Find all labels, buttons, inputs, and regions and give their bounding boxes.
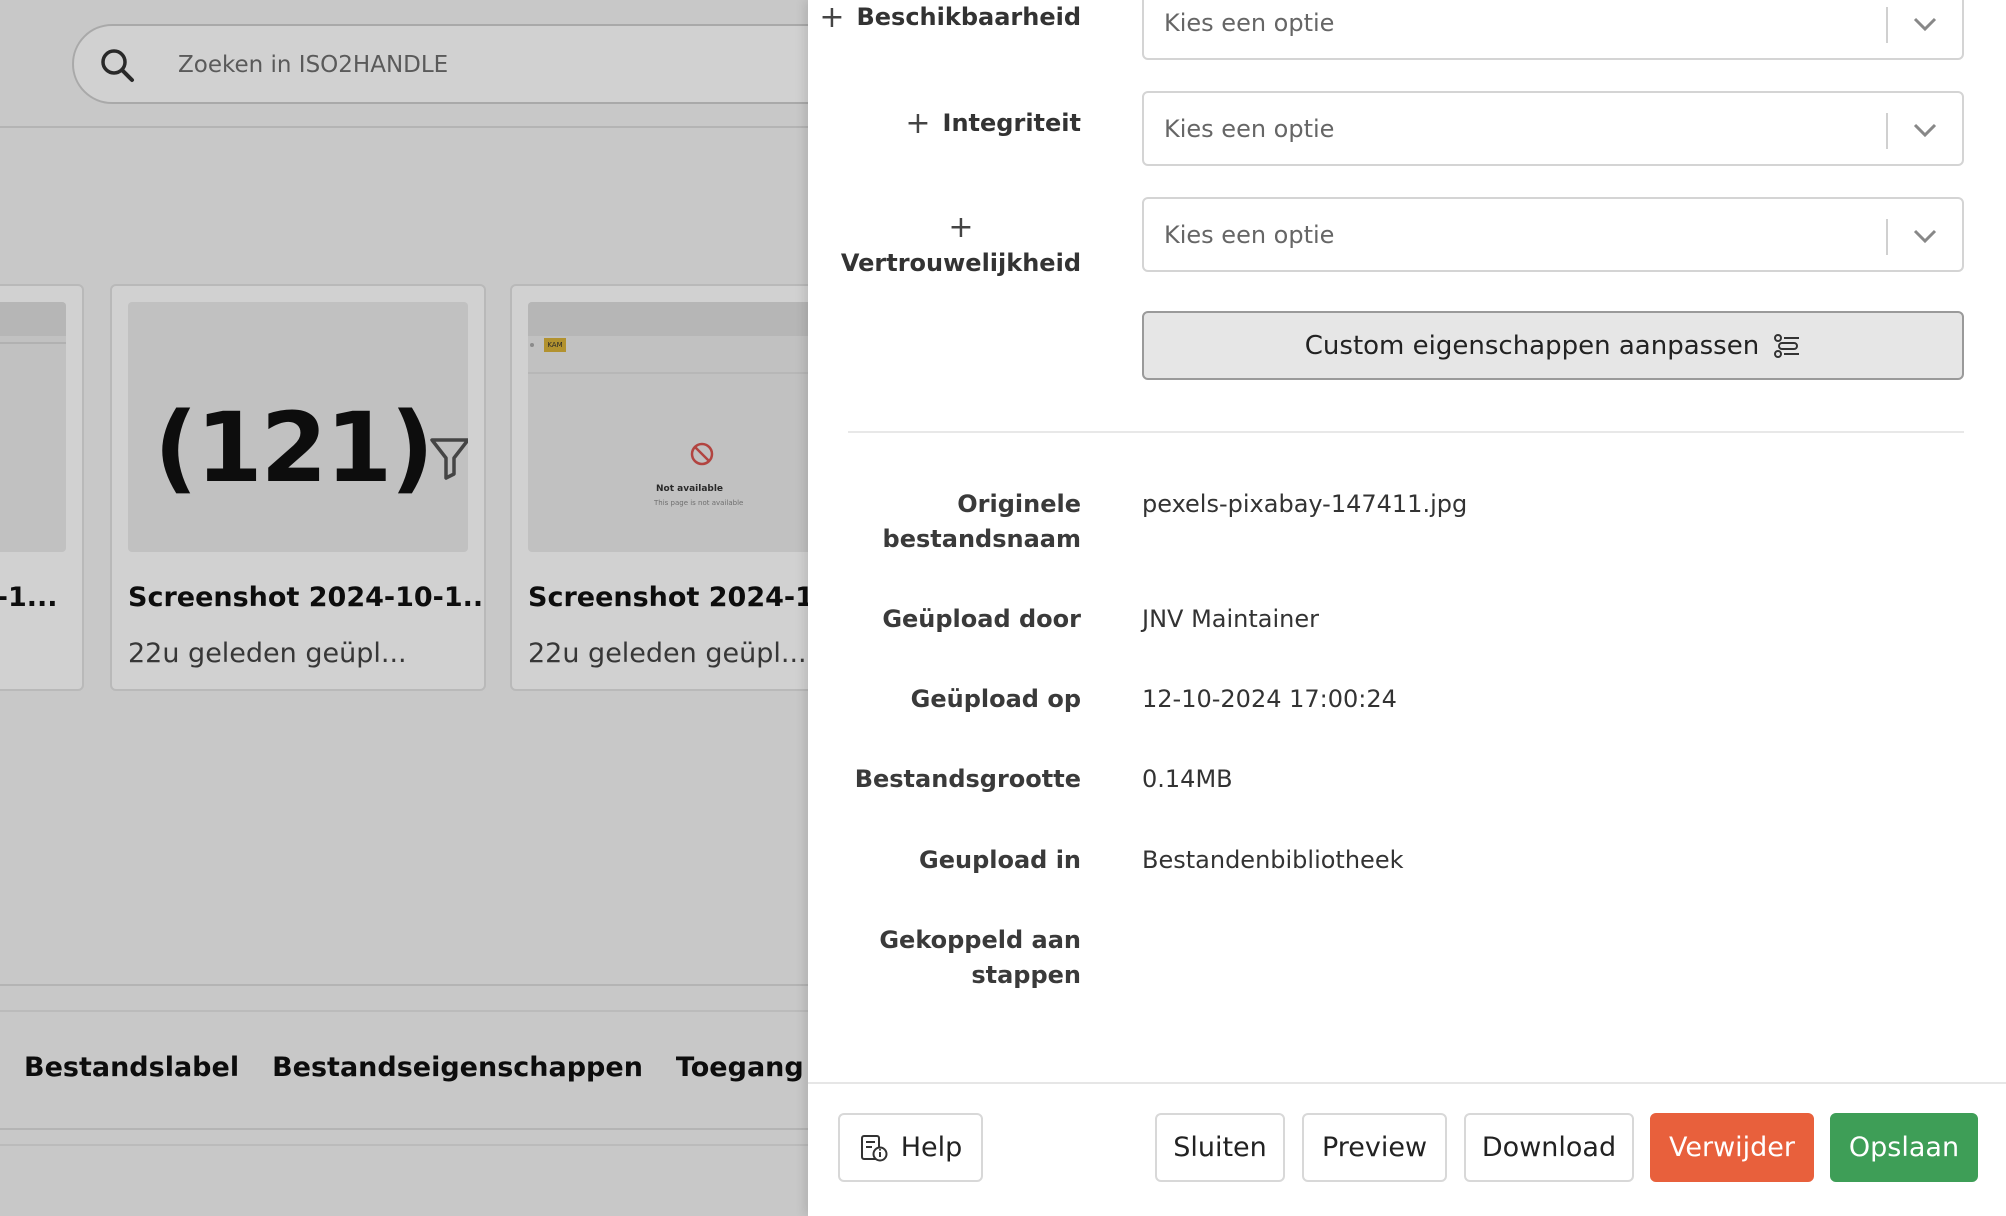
chevron-down-icon bbox=[1913, 229, 1937, 244]
select-separator bbox=[1886, 113, 1888, 149]
close-button[interactable]: Sluiten bbox=[1155, 1113, 1285, 1182]
linked-steps-label: Gekoppeld aan stappen bbox=[879, 926, 1081, 989]
vertrouwelijkheid-select[interactable]: Kies een optie bbox=[1142, 197, 1964, 272]
plus-icon[interactable]: + bbox=[905, 106, 930, 141]
property-label-integriteit: + Integriteit bbox=[905, 106, 1081, 141]
chevron-down-icon bbox=[1913, 123, 1937, 138]
property-label-beschikbaarheid: + Beschikbaarheid bbox=[819, 0, 1081, 35]
select-separator bbox=[1886, 219, 1888, 255]
plus-icon[interactable]: + bbox=[819, 0, 844, 35]
help-button[interactable]: Help bbox=[838, 1113, 983, 1182]
original-filename-label: Originele bestandsnaam bbox=[882, 490, 1081, 553]
help-document-icon bbox=[860, 1134, 888, 1161]
select-value: Kies een optie bbox=[1164, 115, 1335, 143]
chevron-down-icon bbox=[1913, 17, 1937, 32]
plus-icon[interactable]: + bbox=[841, 210, 1081, 245]
file-details-panel: + Beschikbaarheid Kies een optie + Integri… bbox=[808, 0, 2006, 1216]
uploaded-in-label: Geupload in bbox=[919, 846, 1081, 874]
divider bbox=[848, 431, 1964, 433]
select-value: Kies een optie bbox=[1164, 9, 1335, 37]
beschikbaarheid-select[interactable]: Kies een optie bbox=[1142, 0, 1964, 60]
uploaded-on-label: Geüpload op bbox=[910, 685, 1081, 713]
footer-divider bbox=[808, 1082, 2006, 1084]
custom-properties-button[interactable]: Custom eigenschappen aanpassen bbox=[1142, 311, 1964, 380]
file-size-label: Bestandsgrootte bbox=[854, 765, 1081, 793]
save-button[interactable]: Opslaan bbox=[1830, 1113, 1978, 1182]
integriteit-select[interactable]: Kies een optie bbox=[1142, 91, 1964, 166]
uploaded-in-value: Bestandenbibliotheek bbox=[1142, 846, 1404, 874]
property-label-vertrouwelijkheid: + Vertrouwelijkheid bbox=[840, 210, 1081, 277]
original-filename-value: pexels-pixabay-147411.jpg bbox=[1142, 490, 1468, 518]
delete-button[interactable]: Verwijder bbox=[1650, 1113, 1814, 1182]
uploaded-on-value: 12-10-2024 17:00:24 bbox=[1142, 685, 1397, 713]
download-button[interactable]: Download bbox=[1464, 1113, 1634, 1182]
file-size-value: 0.14MB bbox=[1142, 765, 1233, 793]
uploaded-by-value: JNV Maintainer bbox=[1142, 605, 1319, 633]
modal-overlay[interactable] bbox=[0, 0, 808, 1216]
settings-list-icon bbox=[1774, 333, 1800, 358]
custom-properties-label: Custom eigenschappen aanpassen bbox=[1304, 330, 1760, 361]
select-value: Kies een optie bbox=[1164, 221, 1335, 249]
uploaded-by-label: Geüpload door bbox=[882, 605, 1081, 633]
select-separator bbox=[1886, 7, 1888, 43]
preview-button[interactable]: Preview bbox=[1302, 1113, 1447, 1182]
help-label: Help bbox=[900, 1132, 963, 1163]
